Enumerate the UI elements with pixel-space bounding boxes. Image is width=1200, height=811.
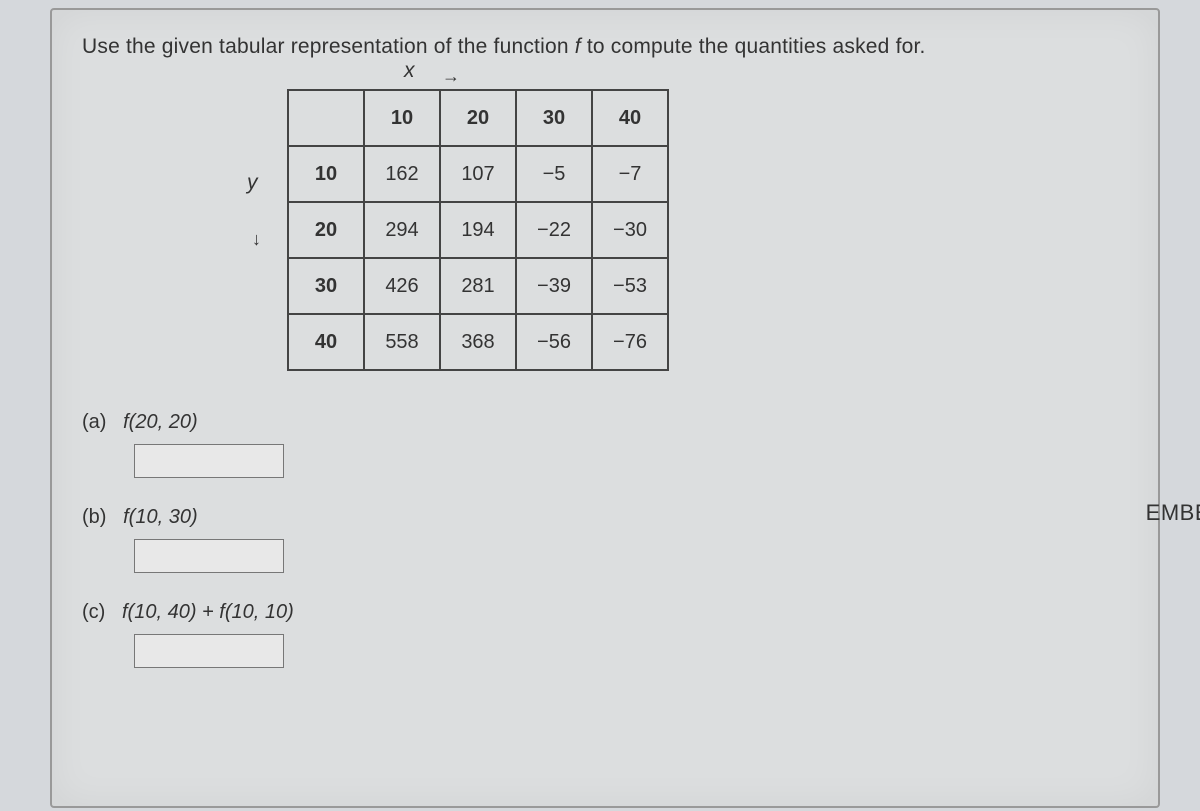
table-cell: 426	[364, 258, 440, 314]
col-header: 30	[516, 90, 592, 146]
instruction-prefix: Use the given tabular representation of …	[82, 35, 575, 58]
side-truncated-text: EMBE	[1146, 500, 1200, 526]
col-header: 10	[364, 90, 440, 146]
table-cell: −56	[516, 314, 592, 370]
col-header: 20	[440, 90, 516, 146]
question-b-label: (b) f(10, 30)	[82, 506, 1128, 529]
col-header: 40	[592, 90, 668, 146]
q-expression: f(10, 40) + f(10, 10)	[122, 601, 294, 623]
row-header: 10	[288, 146, 364, 202]
table-cell: −7	[592, 146, 668, 202]
q-marker: (a)	[82, 411, 106, 433]
y-axis-label: y	[247, 171, 258, 195]
function-table: 10 20 30 40 10 162 107 −5 −7 20 294 194 …	[287, 89, 669, 371]
table-cell: 194	[440, 202, 516, 258]
table-cell: 107	[440, 146, 516, 202]
table-cell: −39	[516, 258, 592, 314]
questions-section: (a) f(20, 20) (b) f(10, 30) (c) f(10, 40…	[82, 411, 1128, 668]
table-area: x → y ↓ 10 20 30 40 10 162 107 −5 −7 20 …	[287, 89, 1128, 371]
table-cell: 294	[364, 202, 440, 258]
question-a: (a) f(20, 20)	[82, 411, 1128, 478]
table-cell: −76	[592, 314, 668, 370]
question-b: (b) f(10, 30)	[82, 506, 1128, 573]
table-cell: 368	[440, 314, 516, 370]
table-cell: 162	[364, 146, 440, 202]
question-c-label: (c) f(10, 40) + f(10, 10)	[82, 601, 1128, 624]
table-cell: 281	[440, 258, 516, 314]
q-marker: (c)	[82, 601, 105, 623]
question-c: (c) f(10, 40) + f(10, 10)	[82, 601, 1128, 668]
question-a-label: (a) f(20, 20)	[82, 411, 1128, 434]
q-marker: (b)	[82, 506, 106, 528]
table-cell: −22	[516, 202, 592, 258]
row-header: 20	[288, 202, 364, 258]
table-corner	[288, 90, 364, 146]
q-expression: f(20, 20)	[123, 411, 197, 433]
answer-input-c[interactable]	[134, 634, 284, 668]
row-header: 40	[288, 314, 364, 370]
answer-input-b[interactable]	[134, 539, 284, 573]
answer-input-a[interactable]	[134, 444, 284, 478]
arrow-right-icon: →	[442, 66, 460, 87]
table-cell: −53	[592, 258, 668, 314]
arrow-down-icon: ↓	[252, 229, 261, 250]
table-cell: −5	[516, 146, 592, 202]
row-header: 30	[288, 258, 364, 314]
worksheet-panel: Use the given tabular representation of …	[50, 8, 1160, 808]
instruction-suffix: to compute the quantities asked for.	[581, 35, 926, 58]
q-expression: f(10, 30)	[123, 506, 197, 528]
x-axis-label: x	[404, 59, 415, 83]
table-cell: −30	[592, 202, 668, 258]
table-cell: 558	[364, 314, 440, 370]
instruction-text: Use the given tabular representation of …	[82, 35, 1128, 59]
